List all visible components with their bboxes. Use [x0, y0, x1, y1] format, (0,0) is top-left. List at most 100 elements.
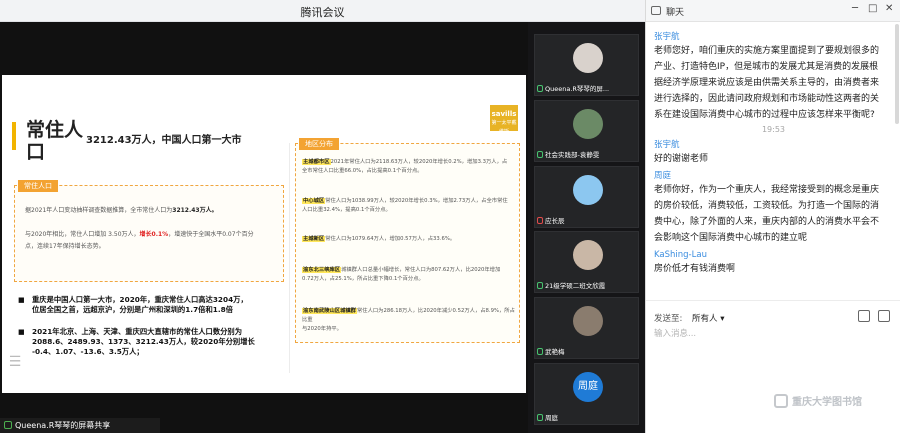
message-timestamp: 19:53: [761, 125, 786, 134]
district-entry: 主城都市区2021年常住人口为2118.63万人，较2020年增长0.2%，增加…: [302, 158, 516, 176]
district-name: 主城新区: [302, 236, 326, 242]
chat-header: 聊天 ─ □ ✕: [646, 0, 900, 22]
message-text: 房价低才有钱消费啊: [654, 264, 736, 274]
message-sender[interactable]: KaShing-Lau: [654, 249, 893, 261]
participant-tile[interactable]: 武艳梅: [534, 297, 639, 359]
para2-text: 与2020年相比，常住人口增加 3.50万人，: [25, 231, 140, 238]
message-text: 系在建设国际消费中心城市的过程中应该怎样来平衡呢?: [654, 110, 875, 120]
chat-composer: 发送至: 所有人 ▾ 输入消息... 重庆大学图书馆: [646, 300, 900, 433]
district-entry: 中心城区常住人口为1038.99万人，较2020年增长0.3%，增加2.73万人…: [302, 197, 516, 215]
participant-name: 21级学硕二班文欣霞: [537, 280, 636, 290]
minimize-button[interactable]: ─: [852, 3, 858, 14]
district-entry: 主城新区常住人口为1079.64万人，增加0.57万人，占33.6%。: [302, 235, 516, 244]
screen-share-label: Queena.R琴琴的屏幕共享: [0, 418, 160, 433]
savills-logo: savills 第一太平戴维斯: [490, 105, 518, 135]
mic-on-icon: [537, 414, 543, 421]
bullet-line: 2021年北京、上海、天津、重庆四大直辖市的常住人口数分别为: [32, 327, 243, 336]
para1-text: 据2021年人口变动抽样调查数据推算，全市常住人口为: [25, 207, 173, 214]
chat-panel: 聊天 ─ □ ✕ 张宇航 老师您好，咱们重庆的实施方案里面提到了要规划很多的 产业、…: [645, 0, 900, 433]
participant-tile[interactable]: 21级学硕二班文欣霞: [534, 231, 639, 293]
library-watermark: 重庆大学图书馆: [774, 393, 862, 408]
para2-text-end: ，增速快于全国水平0.07个百分: [168, 231, 254, 238]
bullet-line: 重庆是中国人口第一大市，2020年，重庆常住人口高达3204万，: [32, 295, 248, 304]
file-icon[interactable]: [858, 310, 870, 322]
district-tag: 地区分布: [299, 138, 339, 150]
message-text: 老师你好，作为一个重庆人，我经常接受到的概念是重庆: [654, 185, 880, 195]
message-sender[interactable]: 张宇航: [654, 31, 893, 43]
avatar: [573, 43, 603, 73]
growth-highlight: 增长0.1%: [139, 231, 169, 238]
presentation-slide: 常住人口 3212.43万人，中国人口第一大市 savills 第一太平戴维斯 …: [2, 75, 526, 393]
library-logo-icon: [774, 394, 788, 408]
participant-tile[interactable]: 社会实践部-袁静雯: [534, 100, 639, 162]
recipient-select[interactable]: 所有人 ▾: [692, 312, 724, 324]
mic-icon: [4, 421, 12, 429]
window-titlebar: 腾讯会议: [0, 0, 645, 22]
image-icon[interactable]: [878, 310, 890, 322]
participant-name: 应长辰: [537, 215, 636, 225]
district-text: 城镇群人口总量小幅增长，常住人口为807.62万人，比2020年增加: [341, 267, 501, 273]
bullet-list: 重庆是中国人口第一大市，2020年，重庆常住人口高达3204万，位居全国之首，远…: [18, 295, 288, 369]
message-text: 的房价较低，消费较低，工资较低。为打造一个国际的消: [654, 201, 880, 211]
district-name: 中心城区: [302, 198, 326, 204]
slide-headline: 3212.43万人，中国人口第一大市: [86, 135, 242, 146]
avatar: 周庭: [573, 372, 603, 402]
district-name: 主城都市区: [302, 159, 331, 165]
bullet-item: 重庆是中国人口第一大市，2020年，重庆常住人口高达3204万，位居全国之首，远…: [18, 295, 288, 315]
message-text: 好的谢谢老师: [654, 154, 709, 164]
participant-name-text: 21级学硕二班文欣霞: [545, 282, 606, 290]
close-button[interactable]: ✕: [885, 3, 893, 14]
population-tag: 常住人口: [18, 180, 58, 192]
district-box: 地区分布 主城都市区2021年常住人口为2118.63万人，较2020年增长0.…: [295, 138, 520, 343]
participant-name: Queena.R琴琴的屏...: [537, 83, 636, 93]
message-text: 会影响这个国际消费中心城市的建立呢: [654, 233, 808, 243]
participant-name: 社会实践部-袁静雯: [537, 149, 636, 159]
message-sender[interactable]: 周庭: [654, 170, 893, 182]
district-text: 常住人口为1038.99万人，较2020年增长0.3%，增加2.73万人，占全市…: [325, 198, 508, 204]
district-text: 与2020年持平。: [302, 326, 342, 332]
bullet-line: -0.4、1.07、-13.6、3.5万人；: [32, 347, 144, 356]
send-to-label: 发送至:: [654, 314, 683, 324]
participant-name-text: Queena.R琴琴的屏...: [545, 85, 610, 93]
avatar: [573, 109, 603, 139]
mic-on-icon: [537, 85, 543, 92]
share-label-text: Queena.R琴琴的屏幕共享: [15, 421, 111, 430]
district-text: 人口比重32.4%，提高0.1个百分点。: [302, 207, 391, 213]
list-menu-icon[interactable]: ☰: [4, 353, 26, 371]
participant-name: 武艳梅: [537, 346, 636, 356]
population-box: 常住人口 据2021年人口变动抽样调查数据推算，全市常住人口为3212.43万人…: [14, 180, 284, 282]
participant-name-text: 应长辰: [545, 217, 565, 225]
chat-message-list[interactable]: 张宇航 老师您好，咱们重庆的实施方案里面提到了要规划很多的 产业、打造特色IP，但是…: [646, 24, 900, 294]
district-text: 全市常住人口比重66.0%，占比提高0.1个百分点。: [302, 168, 423, 174]
window-title: 腾讯会议: [300, 6, 345, 19]
title-accent-bar: [12, 122, 16, 150]
district-text: 常住人口为1079.64万人，增加0.57万人，占33.6%。: [325, 236, 456, 242]
district-name: 渝东南武陵山区城镇群: [302, 308, 357, 314]
participant-tile[interactable]: 周庭 周庭: [534, 363, 639, 425]
participant-tile[interactable]: Queena.R琴琴的屏...: [534, 34, 639, 96]
chat-bubble-icon: [651, 6, 661, 15]
district-entry: 渝东南武陵山区城镇群常住人口为286.18万人，比2020年减少0.52万人，占…: [302, 307, 516, 334]
participant-name-text: 社会实践部-袁静雯: [545, 151, 600, 159]
mic-on-icon: [537, 282, 543, 289]
message-text: 费中心，除了外面的人来，重庆内部的人的消费水平会不: [654, 217, 880, 227]
message-text: 进行选择的，因此请问政府规划和市场能动性这两者的关: [654, 94, 880, 104]
slide-title: 常住人口: [26, 119, 84, 163]
screen-share-stage: 常住人口 3212.43万人，中国人口第一大市 savills 第一太平戴维斯 …: [0, 22, 528, 433]
message-text: 据经济学原理来说应该是由供需关系主导的，由消费者来: [654, 78, 880, 88]
para1-bold: 3212.43万人。: [172, 207, 218, 214]
participant-name-text: 周庭: [545, 414, 558, 422]
district-text: 0.72万人，占25.1%，所占比重下降0.1个百分点。: [302, 276, 424, 282]
bullet-line: 位居全国之首，远超京沪，分别是广州和深圳的1.7倍和1.8倍: [32, 305, 233, 314]
avatar: [573, 240, 603, 270]
chat-scrollbar[interactable]: [895, 24, 899, 124]
mic-muted-icon: [537, 217, 543, 224]
message-sender[interactable]: 张宇航: [654, 139, 893, 151]
watermark-text: 重庆大学图书馆: [792, 397, 862, 408]
slide-divider: [289, 143, 290, 373]
restore-button[interactable]: □: [868, 3, 877, 14]
avatar: [573, 306, 603, 336]
avatar: [573, 175, 603, 205]
logo-text: savills: [491, 110, 517, 118]
participant-tile[interactable]: 应长辰: [534, 166, 639, 228]
